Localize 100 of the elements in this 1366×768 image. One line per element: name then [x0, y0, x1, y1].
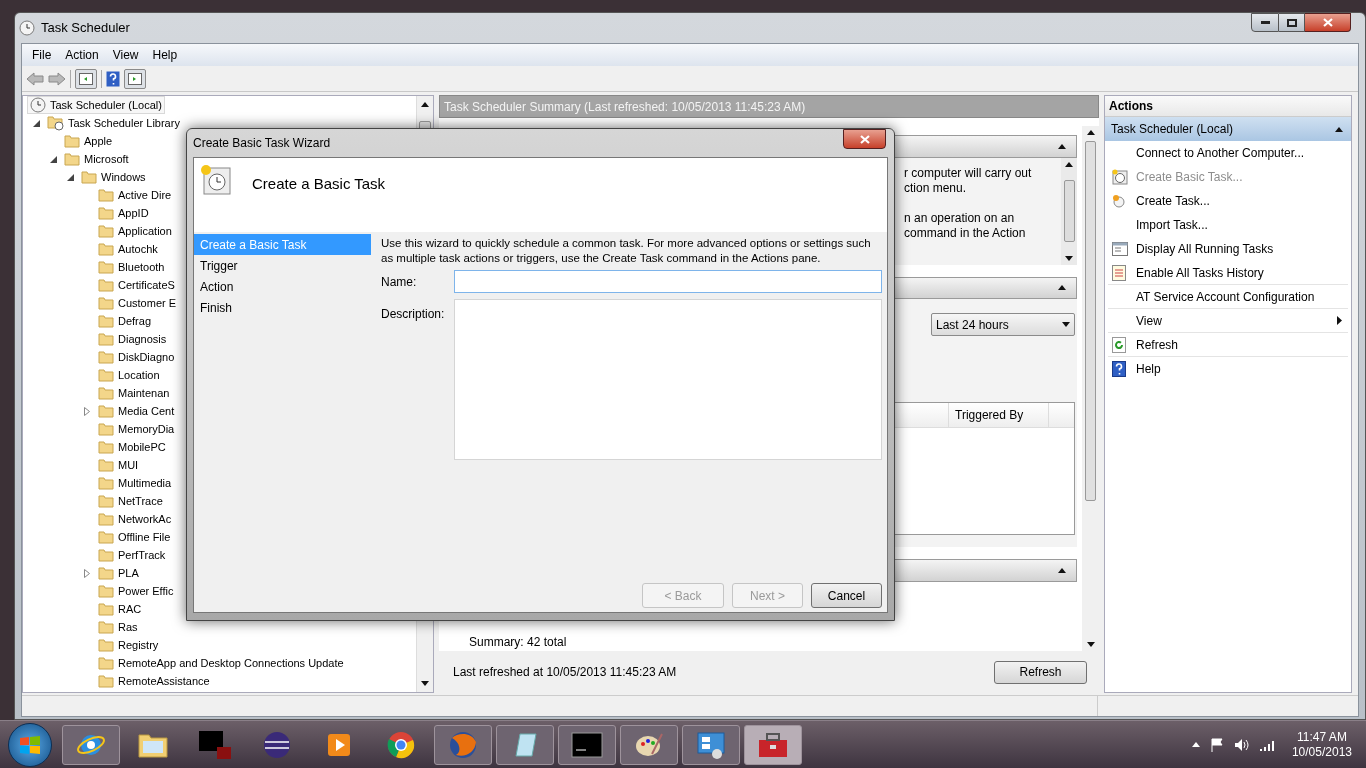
tree-item[interactable]: Microsoft — [61, 150, 132, 168]
collapse-caret-icon[interactable] — [1058, 568, 1066, 574]
wizard-button[interactable]: Cancel — [811, 583, 882, 608]
speaker-icon[interactable] — [1233, 737, 1250, 752]
close-button[interactable] — [1305, 13, 1351, 32]
taskbar-button[interactable] — [496, 724, 554, 765]
action-item[interactable]: Help — [1108, 357, 1348, 381]
taskbar-button[interactable] — [682, 724, 740, 765]
help-icon[interactable] — [106, 70, 120, 87]
action-item[interactable]: Display All Running Tasks — [1108, 237, 1348, 261]
collapse-arrow-icon[interactable] — [33, 119, 40, 127]
tree-item[interactable]: Task Scheduler (Local) — [27, 96, 165, 114]
tree-item[interactable]: Windows — [78, 168, 149, 186]
taskbar-button[interactable] — [62, 724, 120, 765]
refresh-button[interactable]: Refresh — [994, 660, 1087, 684]
folder-icon — [98, 386, 114, 400]
forward-arrow-icon[interactable] — [48, 71, 66, 86]
menu-item[interactable]: View — [106, 46, 145, 64]
show-hidden-icons-icon[interactable] — [1191, 742, 1200, 747]
window-icon — [197, 728, 233, 761]
tree-item[interactable]: Application — [95, 222, 175, 240]
action-group-header[interactable]: Task Scheduler (Local) — [1105, 117, 1351, 141]
collapse-caret-icon[interactable] — [1335, 126, 1343, 132]
expand-arrow-icon[interactable] — [84, 406, 90, 416]
action-item[interactable]: AT Service Account Configuration — [1108, 285, 1348, 309]
expand-caret-icon[interactable] — [1086, 642, 1095, 647]
start-button[interactable] — [8, 722, 52, 767]
tree-item[interactable]: Power Effic — [95, 582, 177, 600]
tree-item[interactable]: MemoryDia — [95, 420, 178, 438]
tree-item[interactable]: MUI — [95, 456, 142, 474]
action-item[interactable]: Import Task... — [1108, 213, 1348, 237]
tree-item[interactable]: RemoteApp and Desktop Connections Update — [95, 654, 347, 672]
tree-item[interactable]: Ras — [95, 618, 141, 636]
collapse-arrow-icon[interactable] — [50, 155, 57, 163]
scrollbar[interactable] — [1082, 126, 1099, 651]
tree-item[interactable]: Defrag — [95, 312, 155, 330]
signal-bars-icon[interactable] — [1259, 738, 1276, 751]
tree-item[interactable]: NetTrace — [95, 492, 166, 510]
collapse-caret-icon[interactable] — [1065, 161, 1073, 167]
close-button[interactable] — [843, 129, 886, 149]
tree-item[interactable]: AppID — [95, 204, 152, 222]
tree-item[interactable]: NetworkAc — [95, 510, 175, 528]
clock-display[interactable]: 11:47 AM 10/05/2013 — [1291, 729, 1352, 760]
wizard-step[interactable]: Trigger — [194, 255, 371, 276]
collapse-caret-icon[interactable] — [1086, 130, 1095, 135]
tree-item[interactable]: Autochk — [95, 240, 161, 258]
tree-item[interactable]: PerfTrack — [95, 546, 169, 564]
wizard-step[interactable]: Action — [194, 276, 371, 297]
tree-item[interactable]: RAC — [95, 600, 145, 618]
tree-item[interactable]: Apple — [61, 132, 116, 150]
menu-item[interactable]: Action — [59, 46, 105, 64]
tree-item[interactable]: Multimedia — [95, 474, 175, 492]
column-header[interactable]: Triggered By — [949, 403, 1049, 428]
action-item[interactable]: Connect to Another Computer... — [1108, 141, 1348, 165]
tree-item[interactable]: Offline File — [95, 528, 174, 546]
expand-caret-icon[interactable] — [1065, 255, 1073, 261]
panel-icon — [79, 72, 93, 85]
expand-caret-icon[interactable] — [1062, 322, 1070, 328]
show-tree-button[interactable] — [75, 68, 97, 89]
tree-item[interactable]: Diagnosis — [95, 330, 170, 348]
collapse-arrow-icon[interactable] — [67, 173, 74, 181]
tree-item[interactable]: PLA — [95, 564, 142, 582]
menu-item[interactable]: Help — [146, 46, 184, 64]
description-input-field[interactable] — [454, 299, 882, 460]
wizard-step[interactable]: Finish — [194, 297, 371, 318]
scrollbar[interactable] — [1061, 157, 1077, 265]
collapse-caret-icon[interactable] — [1058, 143, 1066, 149]
collapse-caret-icon[interactable] — [421, 102, 429, 107]
action-item[interactable]: Create Task... — [1108, 189, 1348, 213]
period-dropdown[interactable]: Last 24 hours — [931, 313, 1075, 337]
minimize-button[interactable] — [1251, 13, 1279, 32]
scrollbar-thumb[interactable] — [1085, 141, 1096, 501]
tree-item[interactable]: RemoteAssistance — [95, 672, 213, 690]
tree-item[interactable]: Task Scheduler Library — [44, 114, 183, 132]
flag-icon[interactable] — [1209, 737, 1224, 752]
taskbar-button[interactable] — [558, 724, 616, 765]
show-actions-button[interactable] — [124, 68, 146, 89]
scrollbar-thumb[interactable] — [1063, 180, 1075, 243]
back-arrow-icon[interactable] — [26, 71, 44, 86]
tree-item[interactable]: CertificateS — [95, 276, 178, 294]
tree-item[interactable]: Maintenan — [95, 384, 173, 402]
tree-item[interactable]: Customer E — [95, 294, 180, 312]
tree-item[interactable]: Location — [95, 366, 163, 384]
action-item[interactable]: Enable All Tasks History — [1108, 261, 1348, 285]
maximize-button[interactable] — [1279, 13, 1305, 32]
folder-icon — [98, 368, 114, 382]
tree-item[interactable]: MobilePC — [95, 438, 169, 456]
action-item[interactable]: Refresh — [1108, 333, 1348, 357]
collapse-caret-icon[interactable] — [1058, 285, 1066, 291]
expand-caret-icon[interactable] — [421, 681, 429, 686]
taskbar-button[interactable] — [620, 724, 678, 765]
menu-item[interactable]: File — [26, 46, 58, 64]
tree-item[interactable]: Media Cent — [95, 402, 178, 420]
tree-item[interactable]: Bluetooth — [95, 258, 168, 276]
tree-item[interactable]: DiskDiagno — [95, 348, 178, 366]
tree-item[interactable]: Active Dire — [95, 186, 175, 204]
expand-arrow-icon[interactable] — [84, 568, 90, 578]
tree-item[interactable]: Registry — [95, 636, 162, 654]
action-item[interactable]: View — [1108, 309, 1348, 333]
name-input-field[interactable] — [454, 270, 882, 293]
